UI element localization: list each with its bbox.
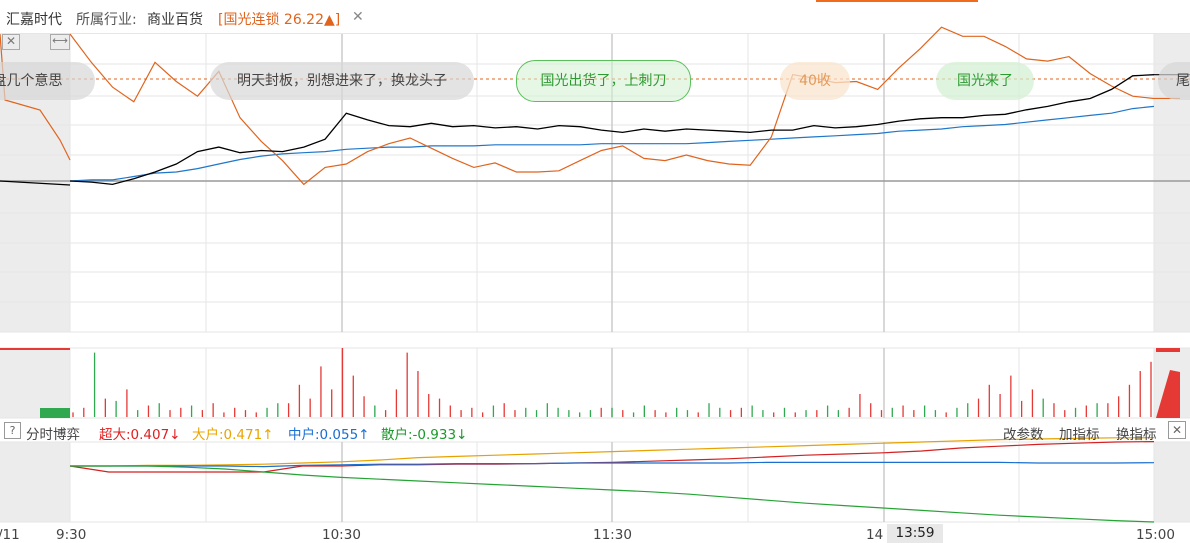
- annotation-bubble[interactable]: 明天封板，别想进来了，换龙头子: [210, 62, 474, 100]
- volume-edge: [40, 408, 70, 418]
- annotation-bubble[interactable]: 国光来了: [936, 62, 1034, 100]
- add-indicator-button[interactable]: 加指标: [1059, 423, 1100, 443]
- shaded-area: [1154, 442, 1190, 522]
- reset-icon[interactable]: ✕: [2, 34, 20, 50]
- close-panel-button[interactable]: ✕: [1168, 421, 1186, 439]
- help-button[interactable]: ?: [4, 422, 21, 439]
- change-params-button[interactable]: 改参数: [1003, 423, 1044, 443]
- time-tick-label: 15:00: [1136, 527, 1175, 543]
- retail-stat: 散户:-0.933↓: [381, 427, 468, 443]
- time-tick-label: 11:30: [593, 527, 632, 543]
- date-label: /11: [0, 527, 20, 543]
- super-large-stat: 超大:0.407↓: [99, 427, 181, 443]
- time-tick-label: 14: [866, 527, 884, 543]
- shaded-area: [0, 442, 70, 522]
- time-tick-label: 10:30: [322, 527, 361, 543]
- volume-edge: [1156, 348, 1180, 352]
- annotation-bubble[interactable]: 盘几个意思: [0, 62, 95, 100]
- large-stat: 大户:0.471↑: [192, 427, 274, 443]
- cursor-time-label: 13:59: [887, 524, 943, 543]
- time-tick-label: 9:30: [56, 527, 87, 543]
- resize-icon[interactable]: ⟷: [50, 34, 70, 50]
- annotation-bubble[interactable]: 国光出货了，上刺刀: [516, 60, 691, 102]
- indicator-title: 分时博弈: [26, 427, 80, 443]
- annotation-bubble[interactable]: 尾: [1158, 62, 1190, 100]
- medium-stat: 中户:0.055↑: [288, 427, 370, 443]
- switch-indicator-button[interactable]: 换指标: [1116, 423, 1157, 443]
- shaded-area: [0, 348, 70, 418]
- volume-edge: [0, 348, 70, 350]
- annotation-bubble[interactable]: 40收: [780, 62, 850, 100]
- indicator-toolbar: ? 分时博弈 超大:0.407↓ 大户:0.471↑ 中户:0.055↑ 散户:…: [0, 419, 1190, 443]
